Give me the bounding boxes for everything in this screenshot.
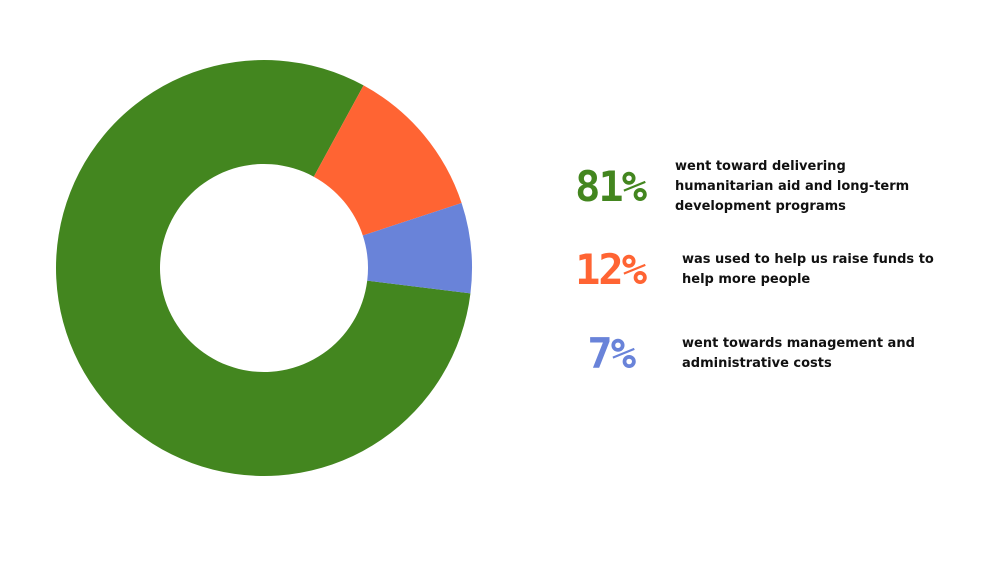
percentage-label-management: 7%: [587, 329, 636, 378]
legend-item-aid-programs: 81% went toward delivering humanitarian …: [540, 157, 1000, 217]
donut-chart: [55, 59, 472, 477]
legend-text-fundraising: was used to help us raise funds to help …: [682, 252, 934, 287]
chart-legend: 81% went toward delivering humanitarian …: [540, 0, 1000, 570]
donut-slices: [55, 59, 472, 477]
legend-item-fundraising: 12% was used to help us raise funds to h…: [540, 240, 1000, 300]
legend-text-aid-programs: went toward delivering humanitarian aid …: [675, 159, 910, 214]
legend-item-management: 7% went towards management and administr…: [540, 324, 1000, 384]
legend-text-management: went towards management and administrati…: [682, 336, 915, 371]
percentage-label-fundraising: 12%: [575, 245, 647, 294]
percentage-label-aid-programs: 81%: [575, 162, 647, 211]
